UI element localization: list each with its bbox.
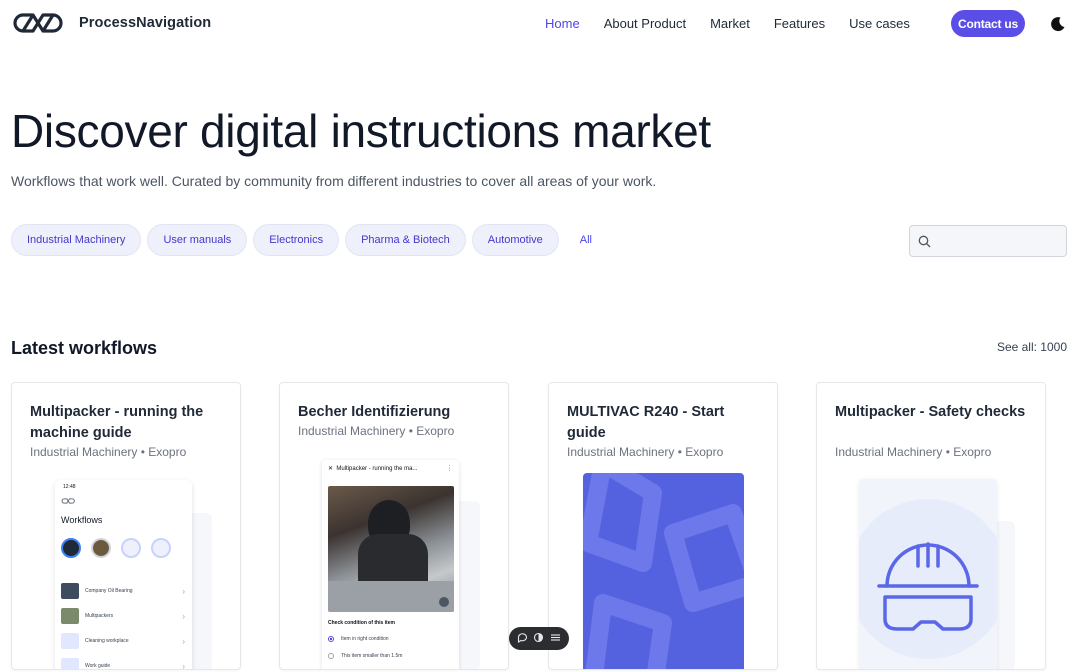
card-meta: Industrial Machinery • Exopro <box>567 445 724 459</box>
nav-home[interactable]: Home <box>545 16 580 31</box>
list-item-title: Company Oil Bearing <box>85 587 133 594</box>
phone-heading: Workflows <box>61 515 103 525</box>
radio-option: This item smaller than 1.5m <box>328 653 402 659</box>
filter-chip-pharma-biotech[interactable]: Pharma & Biotech <box>345 224 466 256</box>
list-item: Company Oil Bearing › <box>61 583 185 599</box>
floating-toolbar <box>509 627 569 650</box>
check-label: Check condition of this item <box>328 620 395 626</box>
list-item-title: Multipackers <box>85 612 114 619</box>
workflow-card[interactable]: Becher Identifizierung Industrial Machin… <box>279 382 509 670</box>
mockup-header: ✕ Multipacker - running the ma... <box>328 466 418 472</box>
card-title: Multipacker - running the machine guide <box>30 404 204 441</box>
chevron-right-icon: › <box>182 611 185 621</box>
workflow-card[interactable]: Multipacker - running the machine guide … <box>11 382 241 670</box>
brand-logo-link[interactable]: ProcessNavigation <box>11 10 211 36</box>
phone-mockup-image: 12:48 Workflows Company Oil Bearing › Mu… <box>55 480 192 670</box>
filter-chip-electronics[interactable]: Electronics <box>253 224 340 256</box>
phone-status-time: 12:48 <box>63 484 76 490</box>
zoom-icon <box>439 597 449 607</box>
instruction-mockup-image: ✕ Multipacker - running the ma... ⋮ Chec… <box>322 460 459 669</box>
list-thumb <box>61 583 79 599</box>
book-icon <box>121 538 141 558</box>
search-icon <box>918 235 931 247</box>
main-nav: Home About Product Market Features Use c… <box>545 16 934 31</box>
see-all-link[interactable]: See all: 1000 <box>997 340 1067 354</box>
list-thumb <box>61 608 79 624</box>
nav-about-product[interactable]: About Product <box>604 16 686 31</box>
search-box[interactable] <box>909 225 1067 257</box>
nav-market[interactable]: Market <box>710 16 750 31</box>
list-item-title: Cleaning workplace <box>85 637 129 644</box>
pattern-icon <box>583 473 744 669</box>
card-meta: Industrial Machinery • Exopro <box>835 445 992 459</box>
contact-us-button[interactable]: Contact us <box>951 10 1025 37</box>
cover-image <box>859 479 997 669</box>
safety-helmet-icon <box>859 499 997 659</box>
more-vertical-icon: ⋮ <box>446 465 453 472</box>
workflow-card[interactable]: Multipacker - Safety checks Industrial M… <box>816 382 1046 670</box>
latest-workflows-heading: Latest workflows <box>11 338 158 358</box>
category-filters: Industrial Machinery User manuals Electr… <box>11 224 592 256</box>
list-item: Cleaning workplace › <box>61 633 185 649</box>
filter-all-link[interactable]: All <box>580 234 592 246</box>
filter-chip-user-manuals[interactable]: User manuals <box>147 224 248 256</box>
list-icon[interactable] <box>550 630 561 648</box>
moon-icon[interactable] <box>1050 16 1066 32</box>
radio-option-label: This item smaller than 1.5m <box>341 653 403 659</box>
radio-unchecked-icon <box>328 653 334 659</box>
page-subtitle: Workflows that work well. Curated by com… <box>11 173 657 189</box>
radio-option-label: Item in right condition <box>341 636 389 642</box>
avatar <box>91 538 111 558</box>
list-item: Multipackers › <box>61 608 185 624</box>
card-title: Multipacker - Safety checks <box>835 404 1026 420</box>
card-title: MULTIVAC R240 - Start guide <box>567 404 725 441</box>
avatar <box>61 538 81 558</box>
folder-icon <box>61 633 79 649</box>
chevron-right-icon: › <box>182 586 185 596</box>
list-item: Work guide › <box>61 658 185 670</box>
nav-use-cases[interactable]: Use cases <box>849 16 910 31</box>
mockup-header-text: Multipacker - running the ma... <box>336 466 418 472</box>
folder-icon <box>61 658 79 669</box>
page-title: Discover digital instructions market <box>11 105 711 157</box>
book-icon <box>151 538 171 558</box>
toggle-icon[interactable] <box>533 630 544 648</box>
list-item-title: Work guide <box>85 662 111 669</box>
nav-features[interactable]: Features <box>774 16 825 31</box>
top-navbar: ProcessNavigation Home About Product Mar… <box>0 0 1078 48</box>
radio-checked-icon <box>328 636 334 642</box>
card-meta: Industrial Machinery • Exopro <box>30 445 187 459</box>
cover-image <box>583 473 744 669</box>
workflow-card[interactable]: MULTIVAC R240 - Start guide Industrial M… <box>548 382 778 670</box>
brand-name: ProcessNavigation <box>79 15 212 31</box>
card-title: Becher Identifizierung <box>298 404 451 420</box>
chevron-right-icon: › <box>182 636 185 646</box>
worker-photo <box>328 486 454 612</box>
search-input[interactable] <box>937 234 1057 248</box>
card-meta: Industrial Machinery • Exopro <box>298 424 455 438</box>
infinity-logo-icon <box>13 13 63 33</box>
phone-avatar-row <box>61 538 181 558</box>
filter-chip-automotive[interactable]: Automotive <box>471 224 559 256</box>
logo-icon <box>61 498 75 504</box>
radio-option: Item in right condition <box>328 636 389 642</box>
chevron-right-icon: › <box>182 661 185 670</box>
filter-chip-industrial-machinery[interactable]: Industrial Machinery <box>11 224 142 256</box>
comment-icon[interactable] <box>517 630 528 648</box>
